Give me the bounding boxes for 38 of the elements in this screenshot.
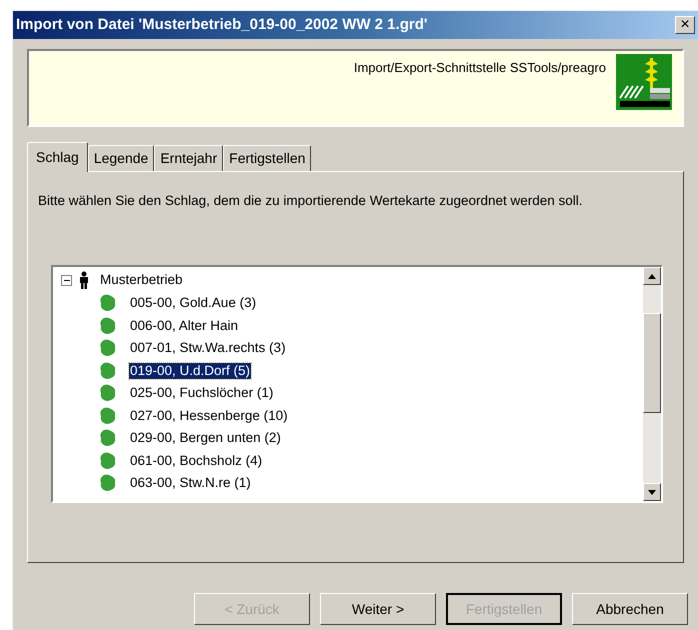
person-icon	[78, 271, 90, 289]
tree-item[interactable]: Musterbetrieb	[100, 272, 183, 288]
tab[interactable]: Legende	[88, 145, 154, 171]
field-icon	[99, 362, 117, 380]
scroll-thumb[interactable]	[643, 313, 661, 413]
tree-item[interactable]: 007-01, Stw.Wa.rechts (3)	[129, 340, 287, 356]
tree-item[interactable]: 005-00, Gold.Aue (3)	[129, 295, 258, 312]
collapse-toggle[interactable]	[61, 274, 72, 286]
scroll-up-button[interactable]	[643, 267, 661, 285]
window-title: Import von Datei 'Musterbetrieb_019-00_2002 WW 2 1.grd'	[16, 14, 428, 35]
tree-item[interactable]: 027-00, Hessenberge (10)	[129, 408, 289, 424]
field-icon	[99, 384, 117, 402]
wheat-logo-icon	[616, 54, 672, 110]
field-icon	[99, 316, 117, 335]
field-icon	[99, 339, 117, 358]
close-button[interactable]: ×	[675, 16, 695, 34]
field-icon	[99, 406, 117, 425]
instruction-text: Bitte wählen Sie den Schlag, dem die zu importierende Wertekarte zugeordnet werden soll.	[38, 192, 584, 209]
dialog-button[interactable]: Abbrechen	[572, 593, 688, 625]
tree-item[interactable]: 006-00, Alter Hain	[129, 318, 240, 334]
tab[interactable]: Fertigstellen	[223, 145, 312, 171]
field-icon	[99, 294, 117, 312]
field-icon	[99, 452, 117, 470]
scrollbar[interactable]	[643, 267, 661, 501]
tree-item[interactable]: 061-00, Bochsholz (4)	[129, 452, 264, 469]
up-arrow-icon	[648, 274, 656, 278]
field-icon	[99, 474, 117, 492]
tree-item[interactable]: 025-00, Fuchslöcher (1)	[129, 385, 274, 402]
tree-item[interactable]: 029-00, Bergen unten (2)	[129, 430, 282, 446]
dialog-button[interactable]: Weiter >	[320, 593, 436, 625]
tree-item[interactable]: 063-00, Stw.N.re (1)	[129, 475, 252, 492]
banner-text: Import/Export-Schnittstelle SSTools/preagro	[354, 59, 606, 77]
tree-item[interactable]: 019-00, U.d.Dorf (5)	[129, 362, 252, 379]
tab[interactable]: Erntejahr	[154, 145, 224, 171]
scroll-down-button[interactable]	[643, 483, 661, 501]
field-icon	[99, 429, 117, 448]
down-arrow-icon	[648, 490, 656, 494]
tab[interactable]: Schlag	[27, 142, 88, 172]
